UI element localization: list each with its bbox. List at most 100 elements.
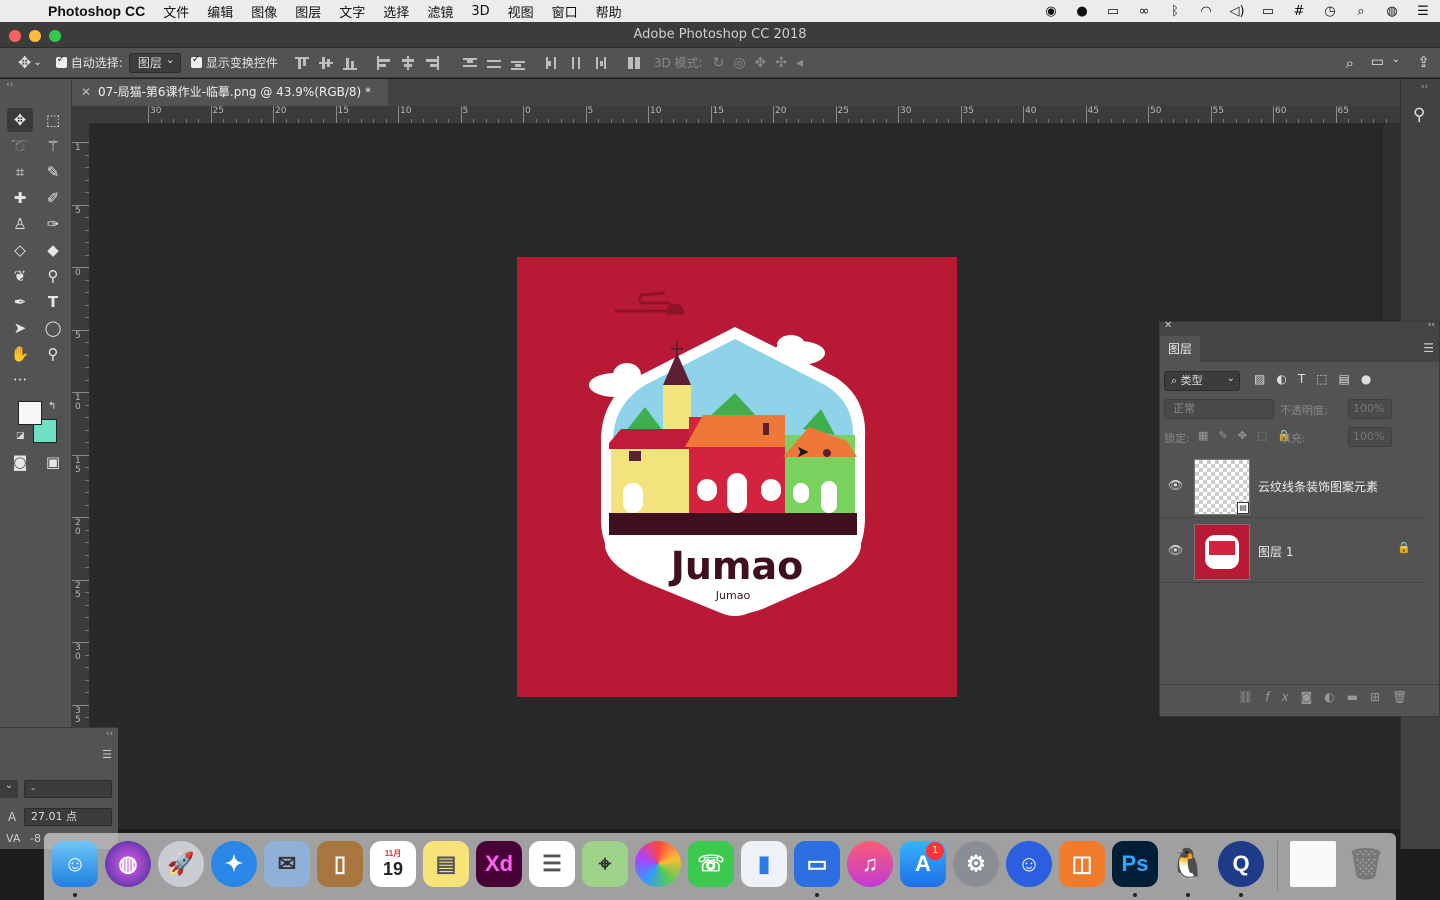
layer-filter-dropdown[interactable]: ⌕ 类型 ⌄ bbox=[1164, 371, 1240, 391]
3d-roll-icon[interactable]: ◎ bbox=[733, 55, 754, 71]
numbers-icon[interactable]: ▮ bbox=[741, 841, 787, 887]
distribute-bottom-icon[interactable] bbox=[509, 55, 527, 71]
search-icon[interactable]: ⌕ bbox=[1346, 54, 1354, 72]
chevron-down-icon[interactable]: ⌄ bbox=[0, 780, 18, 798]
mail-icon[interactable]: ✉ bbox=[264, 841, 310, 887]
ruler-origin[interactable] bbox=[72, 106, 90, 124]
itunes-icon[interactable]: ♫ bbox=[847, 841, 893, 887]
battery-icon[interactable]: ▭ bbox=[1259, 4, 1277, 19]
link-layers-icon[interactable]: ⛓ bbox=[1238, 690, 1265, 704]
menu-type[interactable]: 文字 bbox=[339, 2, 365, 21]
document-canvas[interactable]: Jumao Jumao bbox=[517, 257, 957, 697]
clone-stamp-tool-icon[interactable]: ♙ bbox=[7, 212, 33, 236]
creative-cloud-icon[interactable]: ∞ bbox=[1135, 4, 1153, 19]
new-group-icon[interactable]: ▬ bbox=[1347, 690, 1370, 704]
learn-lightbulb-icon[interactable]: ⚲ bbox=[1413, 105, 1425, 125]
ellipse-tool-icon[interactable]: ◯ bbox=[40, 316, 66, 340]
distribute-right-icon[interactable] bbox=[591, 55, 609, 71]
vertical-ruler[interactable]: 1 5 0 5 1 0 1 5 2 0 2 5 3 0 3 5 bbox=[72, 124, 90, 727]
clock-icon[interactable]: ◷ bbox=[1321, 4, 1339, 19]
zoom-window-button[interactable] bbox=[49, 30, 61, 42]
swap-colors-icon[interactable]: ↰ bbox=[48, 401, 56, 412]
layer-row[interactable]: 👁 ▤ 云纹线条装饰图案元素 bbox=[1160, 454, 1426, 518]
menu-app-name[interactable]: Photoshop CC bbox=[48, 3, 145, 19]
filter-shape-icon[interactable]: ⬚ bbox=[1316, 372, 1338, 386]
lasso-tool-icon[interactable]: ➰ bbox=[7, 134, 33, 158]
panel-menu-icon[interactable]: ☰ bbox=[102, 748, 112, 761]
lock-pixels-icon[interactable]: ✎ bbox=[1218, 429, 1237, 442]
align-vcenter-icon[interactable] bbox=[317, 55, 335, 71]
eraser-tool-icon[interactable]: ◇ bbox=[7, 238, 33, 262]
align-hcenter-icon[interactable] bbox=[399, 55, 417, 71]
eye-icon[interactable]: 👁 bbox=[1168, 543, 1183, 557]
qq-icon[interactable]: 🐧 bbox=[1165, 841, 1211, 887]
workspace-scrollbar[interactable] bbox=[1383, 124, 1400, 320]
filter-pixel-icon[interactable]: ▨ bbox=[1254, 372, 1276, 386]
menu-view[interactable]: 视图 bbox=[508, 2, 534, 21]
move-tool-icon[interactable]: ✥ bbox=[7, 108, 33, 132]
leading-field[interactable]: 27.01 点 bbox=[24, 808, 112, 826]
distribute-top-icon[interactable] bbox=[461, 55, 479, 71]
adjustment-layer-icon[interactable]: ◐ bbox=[1324, 690, 1346, 704]
align-bottom-icon[interactable] bbox=[341, 55, 359, 71]
distribute-vcenter-icon[interactable] bbox=[485, 55, 503, 71]
menu-3d[interactable]: 3D bbox=[471, 4, 489, 19]
auto-select-checkbox[interactable] bbox=[55, 54, 67, 68]
collapse-icon[interactable]: ›› bbox=[1421, 82, 1428, 92]
trash-icon[interactable]: 🗑 bbox=[1343, 841, 1389, 887]
history-brush-tool-icon[interactable]: ✑ bbox=[40, 212, 66, 236]
wifi-icon[interactable]: ◠ bbox=[1197, 4, 1215, 19]
notes-icon[interactable]: ▤ bbox=[423, 841, 469, 887]
3d-rotate-icon[interactable]: ↻ bbox=[713, 55, 734, 71]
menu-layer[interactable]: 图层 bbox=[295, 2, 321, 21]
share-icon[interactable]: ⇪ bbox=[1417, 53, 1430, 71]
screen-mode-icon[interactable]: ▣ bbox=[40, 450, 66, 474]
notification-center-icon[interactable]: ☰ bbox=[1414, 4, 1432, 19]
path-selection-tool-icon[interactable]: ➤ bbox=[7, 316, 33, 340]
tracking-value[interactable]: -8 bbox=[30, 832, 41, 845]
reminders-icon[interactable]: ☰ bbox=[529, 841, 575, 887]
minimize-window-button[interactable] bbox=[29, 30, 41, 42]
finder-icon[interactable]: ☺ bbox=[52, 841, 98, 887]
maps-icon[interactable]: ⌖ bbox=[582, 841, 628, 887]
marquee-tool-icon[interactable]: ⬚ bbox=[40, 108, 66, 132]
zoom-tool-icon[interactable]: ⚲ bbox=[40, 342, 66, 366]
menu-help[interactable]: 帮助 bbox=[596, 2, 622, 21]
fill-field[interactable]: 100% bbox=[1348, 427, 1392, 447]
collapse-icon[interactable]: ‹‹ bbox=[1428, 320, 1435, 330]
photoshop-icon[interactable]: Ps bbox=[1112, 841, 1158, 887]
align-right-icon[interactable] bbox=[423, 55, 441, 71]
auto-align-icon[interactable] bbox=[625, 55, 643, 71]
opacity-field[interactable]: 100% bbox=[1348, 399, 1392, 419]
lock-position-icon[interactable]: ✥ bbox=[1238, 429, 1257, 442]
more-tools-icon[interactable]: ··· bbox=[7, 368, 33, 392]
font-style-dropdown[interactable]: - bbox=[24, 780, 112, 798]
healing-brush-tool-icon[interactable]: ✚ bbox=[7, 186, 33, 210]
align-top-icon[interactable] bbox=[293, 55, 311, 71]
paint-bucket-tool-icon[interactable]: ◆ bbox=[40, 238, 66, 262]
ibooks-icon[interactable]: ◫ bbox=[1059, 841, 1105, 887]
quick-mask-icon[interactable]: ◙ bbox=[7, 450, 33, 474]
keynote-icon[interactable]: ▭ bbox=[794, 841, 840, 887]
quicktime-icon[interactable]: Q bbox=[1218, 841, 1264, 887]
menu-select[interactable]: 选择 bbox=[383, 2, 409, 21]
auto-select-dropdown[interactable]: 图层 bbox=[128, 51, 181, 73]
filter-toggle-icon[interactable]: ● bbox=[1361, 372, 1382, 386]
magic-wand-tool-icon[interactable]: ⚚ bbox=[40, 134, 66, 158]
layer-row[interactable]: 👁 图层 1 🔒 bbox=[1160, 519, 1426, 583]
record-icon[interactable]: ◉ bbox=[1042, 4, 1060, 19]
calendar-icon[interactable]: 11月 19 bbox=[370, 841, 416, 887]
distribute-hcenter-icon[interactable] bbox=[567, 55, 585, 71]
type-tool-icon[interactable]: T bbox=[40, 290, 66, 314]
document-tab[interactable]: ✕ 07-局猫-第6课作业-临摹.png @ 43.9%(RGB/8) * bbox=[72, 79, 388, 106]
launchpad-icon[interactable]: 🚀 bbox=[158, 841, 204, 887]
input-method-icon[interactable]: # bbox=[1290, 4, 1308, 19]
fx-icon[interactable]: fx bbox=[1265, 690, 1300, 704]
adobe-xd-icon[interactable]: Xd bbox=[476, 841, 522, 887]
blur-tool-icon[interactable]: ❦ bbox=[7, 264, 33, 288]
facetime-icon[interactable]: ☏ bbox=[688, 841, 734, 887]
align-left-icon[interactable] bbox=[375, 55, 393, 71]
close-window-button[interactable] bbox=[9, 30, 21, 42]
chevron-down-icon[interactable]: ⌄ bbox=[33, 57, 41, 68]
add-mask-icon[interactable]: ◙ bbox=[1301, 690, 1325, 704]
